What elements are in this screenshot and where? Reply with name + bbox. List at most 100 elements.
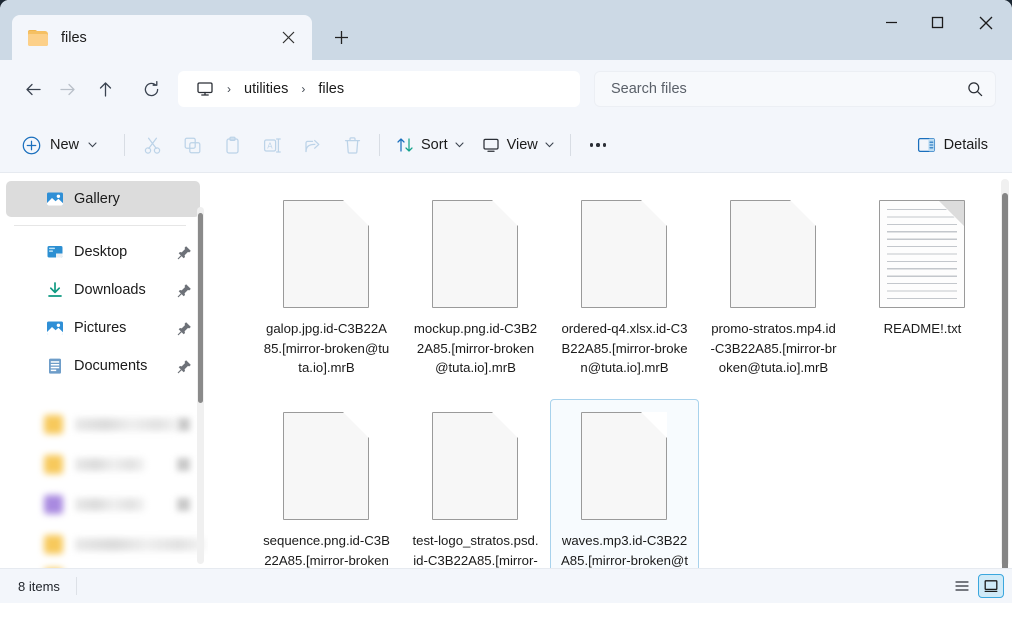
content-scrollbar[interactable] [1001, 179, 1009, 568]
sidebar-item-gallery[interactable]: Gallery [6, 181, 200, 217]
sidebar-item-label [75, 457, 145, 471]
close-tab-icon[interactable] [274, 24, 302, 52]
address-bar: › utilities › files Search files [0, 60, 1012, 118]
sidebar-item-label [75, 417, 179, 431]
sidebar-item-documents[interactable]: Documents [6, 348, 200, 384]
pin-icon[interactable] [177, 245, 192, 260]
sidebar-item-redacted[interactable] [0, 404, 208, 444]
large-icons-view-icon[interactable] [978, 574, 1004, 598]
window-controls [868, 0, 1012, 45]
view-monitor-icon [482, 136, 500, 154]
downloads-icon [46, 281, 64, 299]
file-item-selected[interactable]: waves.mp3.id-C3B22A85.[mirror-broken@tut… [550, 399, 699, 568]
sidebar-item-redacted[interactable] [0, 484, 208, 524]
status-bar: 8 items [0, 568, 1012, 603]
search-icon[interactable] [967, 81, 983, 97]
search-input[interactable]: Search files [611, 81, 967, 97]
paste-button[interactable] [212, 128, 252, 162]
forward-button[interactable] [50, 72, 84, 106]
ellipsis-dot [596, 143, 600, 147]
rename-button[interactable]: A [252, 128, 292, 162]
explorer-body: Gallery Desktop Downloads Pictures Docum… [0, 173, 1012, 568]
generic-file-icon [431, 411, 520, 520]
ellipsis-dot [602, 143, 607, 147]
content-scrollbar-thumb[interactable] [1002, 193, 1008, 568]
tab-strip: files [0, 0, 358, 60]
pin-icon[interactable] [178, 417, 190, 431]
tab-label: files [61, 29, 87, 46]
file-item[interactable]: sequence.png.id-C3B22A85.[mirror-broken@… [252, 399, 401, 568]
navigation-pane: Gallery Desktop Downloads Pictures Docum… [0, 173, 208, 568]
pin-icon[interactable] [177, 283, 192, 298]
breadcrumb-separator: › [227, 82, 231, 96]
view-toggle-group [949, 574, 1004, 598]
breadcrumb-item-files[interactable]: files [312, 79, 350, 99]
sort-arrows-icon [396, 136, 414, 154]
file-item[interactable]: galop.jpg.id-C3B22A85.[mirror-broken@tut… [252, 187, 401, 399]
search-box[interactable]: Search files [594, 71, 996, 107]
file-item[interactable]: mockup.png.id-C3B22A85.[mirror-broken@tu… [401, 187, 550, 399]
view-button[interactable]: View [473, 128, 563, 162]
file-item[interactable]: README!.txt [848, 187, 997, 399]
sidebar-scrollbar[interactable] [197, 207, 204, 564]
sidebar-item-redacted[interactable] [0, 524, 208, 564]
pin-icon[interactable] [177, 321, 192, 336]
refresh-button[interactable] [134, 72, 168, 106]
back-button[interactable] [16, 72, 50, 106]
breadcrumb-item-utilities[interactable]: utilities [238, 79, 294, 99]
up-button[interactable] [88, 72, 122, 106]
share-button[interactable] [292, 128, 332, 162]
see-more-button[interactable] [578, 128, 618, 162]
new-button-label: New [50, 137, 80, 153]
generic-file-icon [580, 199, 669, 308]
close-button[interactable] [960, 0, 1012, 45]
sidebar-item-label: Pictures [74, 320, 127, 336]
copy-button[interactable] [172, 128, 212, 162]
breadcrumb-separator-2: › [301, 82, 306, 96]
file-item[interactable]: ordered-q4.xlsx.id-C3B22A85.[mirror-brok… [550, 187, 699, 399]
pin-icon[interactable] [177, 359, 192, 374]
folder-icon [44, 494, 63, 514]
delete-button[interactable] [332, 128, 372, 162]
chevron-down-icon [545, 140, 554, 151]
list-view-icon[interactable] [949, 574, 975, 598]
desktop-icon [46, 243, 64, 261]
maximize-button[interactable] [914, 0, 960, 45]
pin-icon[interactable] [177, 497, 190, 511]
new-button[interactable]: New [14, 128, 107, 162]
item-count-label: 8 items [18, 578, 60, 594]
pictures-icon [46, 319, 64, 337]
sidebar-item-label [75, 537, 205, 551]
folder-icon [44, 414, 63, 434]
pin-icon[interactable] [177, 457, 190, 471]
sort-button[interactable]: Sort [387, 128, 473, 162]
monitor-icon[interactable] [190, 78, 220, 100]
details-pane-button[interactable]: Details [907, 128, 998, 162]
ellipsis-dot [589, 143, 594, 147]
generic-file-icon [580, 411, 669, 520]
view-label: View [506, 137, 538, 153]
sidebar-scrollbar-thumb[interactable] [198, 213, 203, 403]
gallery-icon [46, 190, 64, 208]
sidebar-item-label: Desktop [74, 244, 128, 260]
new-tab-button[interactable] [324, 20, 358, 54]
file-name: sequence.png.id-C3B22A85.[mirror-broken@… [263, 533, 390, 568]
text-file-icon [878, 200, 967, 308]
file-list-view[interactable]: galop.jpg.id-C3B22A85.[mirror-broken@tut… [208, 173, 1012, 568]
svg-text:A: A [267, 141, 273, 150]
sidebar-item-pictures[interactable]: Pictures [6, 310, 200, 346]
sidebar-item-downloads[interactable]: Downloads [6, 272, 200, 308]
file-item[interactable]: promo-stratos.mp4.id-C3B22A85.[mirror-br… [699, 187, 848, 399]
cut-button[interactable] [132, 128, 172, 162]
title-bar: files [0, 0, 1012, 60]
file-name: ordered-q4.xlsx.id-C3B22A85.[mirror-brok… [561, 321, 688, 375]
sidebar-item-desktop[interactable]: Desktop [6, 234, 200, 270]
file-name: promo-stratos.mp4.id-C3B22A85.[mirror-br… [710, 321, 837, 375]
file-name: test-logo_stratos.psd.id-C3B22A85.[mirro… [412, 533, 539, 568]
file-item[interactable]: test-logo_stratos.psd.id-C3B22A85.[mirro… [401, 399, 550, 568]
file-explorer-window: files › utilities › files Search files N… [0, 0, 1012, 623]
breadcrumb[interactable]: › utilities › files [178, 71, 580, 107]
minimize-button[interactable] [868, 0, 914, 45]
tab-files[interactable]: files [12, 15, 312, 60]
sidebar-item-redacted[interactable] [0, 444, 208, 484]
